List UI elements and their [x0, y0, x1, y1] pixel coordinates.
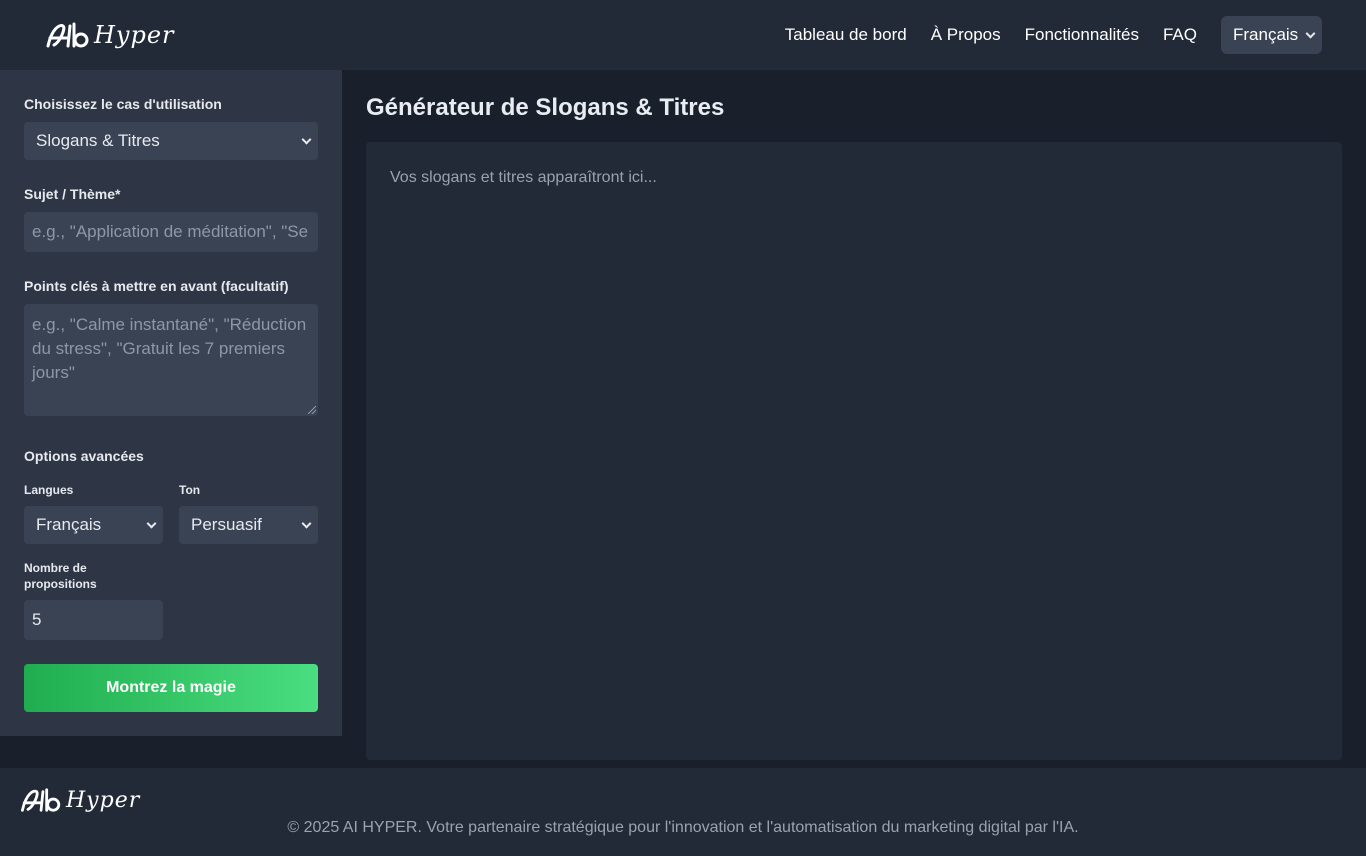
generate-button[interactable]: Montrez la magie	[24, 664, 318, 712]
resize-handle-icon[interactable]	[308, 406, 316, 414]
main-nav: Tableau de bord À Propos Fonctionnalités…	[785, 16, 1322, 54]
copyright-text: © 2025 AI HYPER. Votre partenaire straté…	[287, 819, 1079, 836]
advanced-options-label: Options avancées	[24, 448, 144, 464]
count-input-value: 5	[32, 610, 42, 629]
footer-logo[interactable]: Hyper	[20, 786, 140, 814]
chevron-down-icon	[301, 518, 312, 529]
tone-select[interactable]: Persuasif	[179, 506, 318, 544]
footer: Hyper © 2025 AI HYPER. Votre partenaire …	[0, 768, 1366, 856]
ai-monogram-icon	[21, 788, 61, 812]
use-case-select-value: Slogans & Titres	[36, 131, 160, 150]
chevron-down-icon	[146, 518, 157, 529]
use-case-label: Choisissez le cas d'utilisation	[24, 96, 222, 112]
results-output-panel[interactable]: Vos slogans et titres apparaîtront ici..…	[366, 142, 1342, 760]
count-input[interactable]: 5	[24, 600, 163, 640]
generator-form-panel: Choisissez le cas d'utilisation Slogans …	[0, 70, 342, 736]
tone-label: Ton	[179, 483, 201, 497]
chevron-down-icon	[1305, 28, 1316, 39]
nav-link-dashboard[interactable]: Tableau de bord	[785, 25, 907, 45]
count-label: Nombre de propositions	[24, 561, 97, 591]
keypoints-textarea[interactable]: e.g., "Calme instantané", "Réduction du …	[24, 304, 318, 416]
keypoints-textarea-placeholder: e.g., "Calme instantané", "Réduction du …	[32, 315, 307, 382]
subject-label: Sujet / Thème*	[24, 186, 121, 202]
languages-select[interactable]: Français	[24, 506, 163, 544]
keypoints-label: Points clés à mettre en avant (facultati…	[24, 278, 289, 294]
results-placeholder: Vos slogans et titres apparaîtront ici..…	[390, 169, 657, 186]
languages-select-value: Français	[36, 515, 102, 534]
nav-link-faq[interactable]: FAQ	[1163, 25, 1197, 45]
ai-monogram-icon	[46, 22, 89, 48]
use-case-select[interactable]: Slogans & Titres	[24, 122, 318, 160]
page-title: Générateur de Slogans & Titres	[366, 94, 725, 121]
subject-input-placeholder: e.g., "Application de méditation", "Se	[32, 222, 309, 241]
tone-select-value: Persuasif	[191, 515, 262, 534]
brand-logo[interactable]: Hyper	[46, 20, 175, 50]
languages-label: Langues	[24, 483, 74, 497]
top-navbar: Hyper Tableau de bord À Propos Fonctionn…	[0, 0, 1366, 70]
nav-link-about[interactable]: À Propos	[931, 25, 1001, 45]
nav-link-features[interactable]: Fonctionnalités	[1025, 25, 1139, 45]
brand-logo-text: Hyper	[94, 21, 175, 49]
language-select[interactable]: Français	[1221, 16, 1322, 54]
chevron-down-icon	[301, 134, 312, 145]
subject-input[interactable]: e.g., "Application de méditation", "Se	[24, 212, 318, 252]
footer-logo-text: Hyper	[66, 787, 141, 813]
language-select-value: Français	[1233, 25, 1299, 44]
